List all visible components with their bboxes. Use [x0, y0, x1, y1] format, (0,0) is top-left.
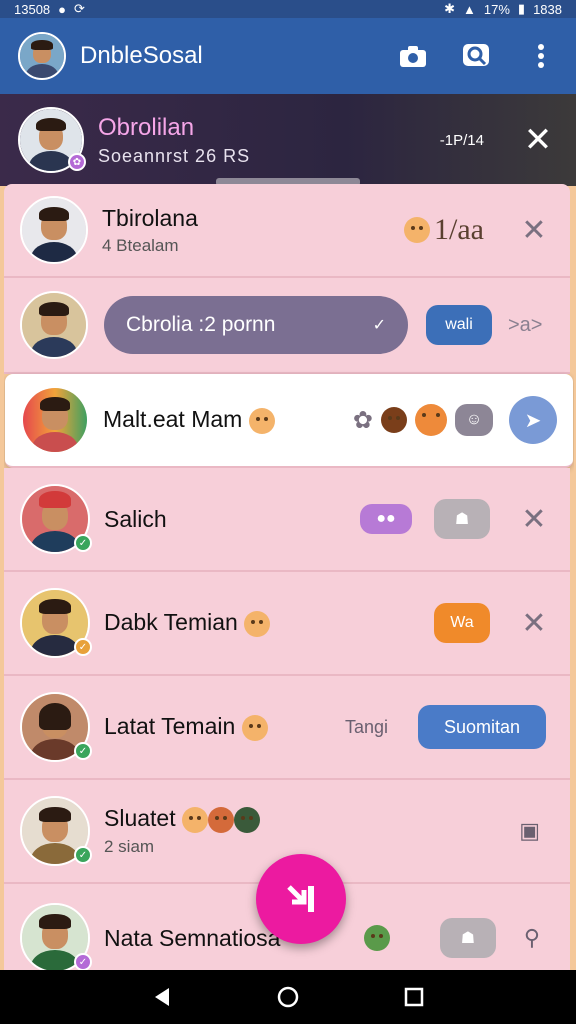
- battery-level: 17%: [483, 1, 510, 17]
- banner-subtitle: Soeannrst 26 RS: [98, 145, 251, 166]
- chat-name: Tbirolana: [102, 204, 198, 231]
- profile-avatar[interactable]: [18, 32, 66, 80]
- recents-icon[interactable]: [403, 986, 425, 1008]
- active-chat-banner[interactable]: ✿ Obrolilan Soeannrst 26 RS -1P/14 ✕: [0, 94, 576, 186]
- calendar-icon[interactable]: ▣: [519, 818, 540, 844]
- compose-icon: [287, 885, 314, 912]
- emoji-icon: [381, 407, 407, 433]
- chat-name: Salich: [104, 505, 167, 532]
- photo-icon[interactable]: ☗: [439, 918, 496, 958]
- chat-subtitle: 4 Btealam: [102, 235, 179, 255]
- avatar: ✓: [20, 484, 92, 554]
- search-icon[interactable]: ⚲: [524, 925, 540, 951]
- emoji-icon: [208, 806, 234, 833]
- battery-icon: ▮: [517, 1, 526, 16]
- online-badge: ✓: [74, 742, 92, 760]
- dismiss-icon[interactable]: ✕: [514, 502, 554, 537]
- avatar: ✓: [20, 588, 92, 658]
- avatar: [21, 386, 89, 454]
- avatar: ✓: [20, 692, 92, 762]
- reply-chip-label: Wa: [450, 614, 474, 631]
- message-pill[interactable]: Cbrolia :2 pornn ✓: [104, 296, 408, 354]
- chat-row[interactable]: ✓ Salich ●● ☗ ✕: [4, 468, 570, 572]
- app-notification-icon: ●: [58, 1, 67, 17]
- back-icon[interactable]: [151, 986, 173, 1008]
- status-badge: ✿: [68, 153, 86, 171]
- emoji-icon: [415, 404, 447, 436]
- system-nav-bar: [0, 970, 576, 1024]
- banner-name: Obrolilan: [98, 113, 195, 141]
- bluetooth-icon: ✱: [444, 1, 456, 16]
- chat-row[interactable]: ✓ Latat Temain Tangi Suomitan: [4, 676, 570, 780]
- emoji-icon: [404, 217, 431, 243]
- avatar: [20, 291, 88, 359]
- submit-chip[interactable]: Suomitan: [418, 705, 546, 749]
- emoji-icon: [248, 407, 275, 434]
- reply-chip-label: wali: [445, 316, 473, 333]
- dismiss-icon[interactable]: ✕: [514, 606, 554, 641]
- close-icon[interactable]: ✕: [518, 120, 558, 160]
- chat-row[interactable]: Cbrolia :2 pornn ✓ wali >a>: [4, 278, 570, 374]
- signal-icon: ▲: [463, 1, 476, 17]
- camera-icon[interactable]: [396, 39, 430, 73]
- submit-chip-label: Suomitan: [443, 716, 521, 737]
- emoji-icon: [241, 714, 268, 741]
- sticker-icon: ☺: [455, 404, 493, 436]
- send-icon[interactable]: ➤: [509, 396, 557, 444]
- chat-meta: Tangi: [344, 716, 388, 737]
- avatar: ✓: [20, 903, 92, 970]
- chat-meta: >a>: [508, 313, 543, 336]
- chat-name: Malt.eat Mam: [103, 406, 243, 433]
- banner-avatar: ✿: [18, 107, 86, 173]
- chat-row[interactable]: Tbirolana 4 Btealam 1/aa ✕: [4, 184, 570, 278]
- chat-row[interactable]: ✓ Dabk Temian Wa ✕: [4, 572, 570, 676]
- online-badge: ✓: [74, 534, 92, 552]
- search-icon[interactable]: [460, 39, 494, 73]
- check-icon: ✓: [372, 317, 386, 334]
- app-bar: DnbleSosal: [0, 18, 576, 94]
- photo-icon[interactable]: ☗: [434, 499, 490, 539]
- status-badge: ✓: [74, 953, 92, 970]
- online-badge: ✓: [74, 846, 92, 864]
- emoji-icon: [244, 610, 271, 637]
- emoji-icon: [234, 806, 260, 833]
- chat-subtitle: 2 siam: [104, 836, 155, 856]
- reply-chip[interactable]: Wa: [434, 603, 490, 643]
- app-title: DnbleSosal: [80, 42, 203, 69]
- status-clock: 1838: [533, 1, 562, 17]
- chat-name: Sluatet: [104, 805, 176, 832]
- status-bar: 13508 ● ⟳ ✱ ▲ 17% ▮ 1838: [0, 0, 576, 18]
- more-vert-icon[interactable]: [524, 39, 558, 73]
- emoji-icon: [363, 925, 390, 951]
- chat-list: Tbirolana 4 Btealam 1/aa ✕ Cbrolia :2 po…: [4, 184, 574, 970]
- compose-fab[interactable]: [256, 854, 346, 944]
- status-badge: ✓: [74, 638, 92, 656]
- status-time: 13508: [14, 1, 51, 17]
- sticker-icon: ✿: [352, 406, 373, 434]
- home-icon[interactable]: [276, 985, 300, 1009]
- dismiss-icon[interactable]: ✕: [514, 213, 554, 248]
- chat-name: Latat Temain: [104, 713, 236, 740]
- avatar: ✓: [20, 796, 92, 866]
- emoji-icon: [182, 806, 208, 833]
- chat-row-selected[interactable]: Malt.eat Mam ✿ ☺ ➤: [5, 374, 573, 468]
- chat-name: Dabk Temian: [104, 609, 238, 636]
- reply-chip[interactable]: wali: [426, 305, 492, 345]
- chat-meta: 1/aa: [434, 213, 484, 246]
- sticker-icon: ●●: [360, 504, 412, 534]
- banner-count: -1P/14: [439, 131, 484, 149]
- avatar: [20, 196, 88, 264]
- message-text: Cbrolia :2 pornn: [126, 313, 276, 336]
- sync-icon: ⟳: [74, 1, 85, 16]
